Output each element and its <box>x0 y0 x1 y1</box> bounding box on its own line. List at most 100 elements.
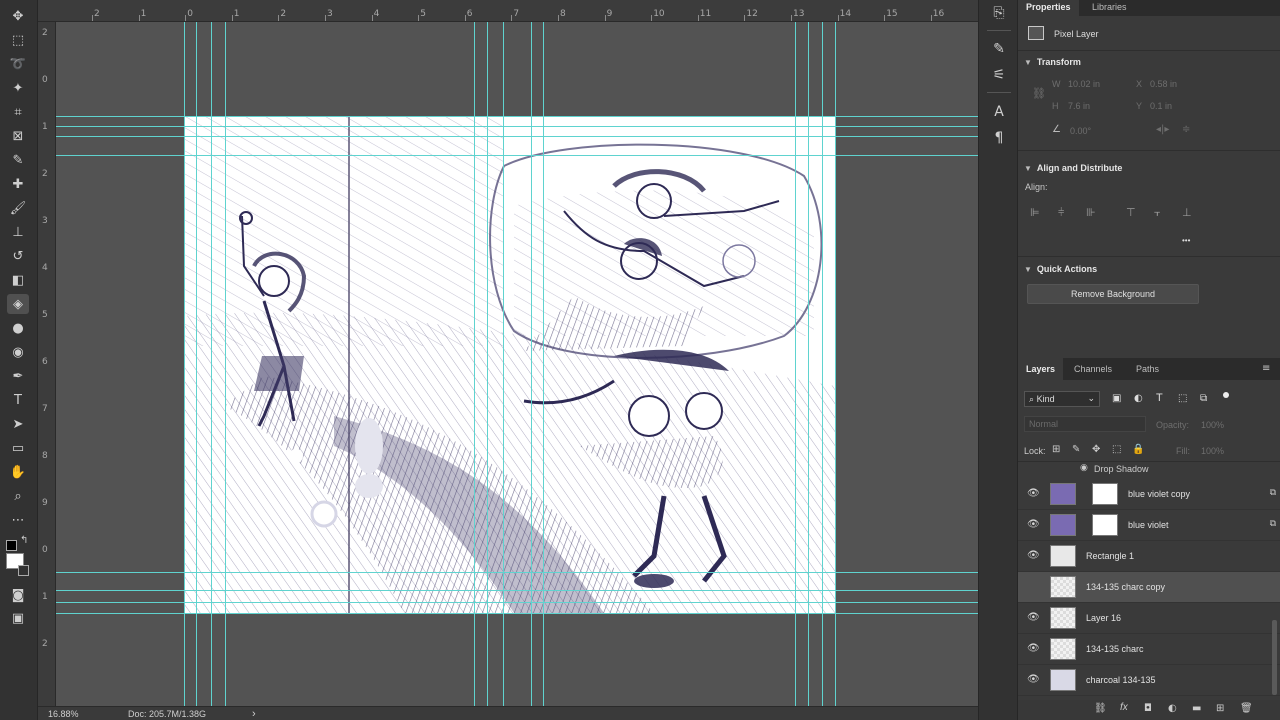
default-color-swatch[interactable] <box>18 565 29 576</box>
quick-mask-icon[interactable]: ◙ <box>7 585 29 605</box>
flip-vertical-icon[interactable]: ≑ <box>1182 124 1190 135</box>
crop-icon[interactable]: ⌗ <box>7 102 29 122</box>
vertical-guide[interactable] <box>795 22 796 706</box>
align-right-edges-icon[interactable]: ⊪ <box>1086 206 1096 219</box>
canvas-workspace[interactable] <box>56 22 978 706</box>
paragraph-icon[interactable]: ¶ <box>988 127 1010 149</box>
brush-settings-icon[interactable]: ✎ <box>988 38 1010 60</box>
dodge-icon[interactable]: ◉ <box>7 342 29 362</box>
layer-row[interactable]: 👁 charcoal 134-135 <box>1018 665 1280 696</box>
lasso-icon[interactable]: ➰ <box>7 54 29 74</box>
layer-row[interactable]: 👁 134-135 charc <box>1018 634 1280 665</box>
visibility-eye-icon[interactable] <box>1027 581 1041 593</box>
tab-paths[interactable]: Paths <box>1128 358 1167 380</box>
path-selection-icon[interactable]: ➤ <box>7 414 29 434</box>
layer-name[interactable]: 134-135 charc <box>1086 644 1144 654</box>
visibility-eye-icon[interactable]: 👁 <box>1027 674 1041 686</box>
lock-position-icon[interactable]: ✥ <box>1092 444 1100 455</box>
filter-smart-object-icon[interactable]: ⧉ <box>1200 393 1207 404</box>
layer-name[interactable]: 134-135 charc copy <box>1086 582 1165 592</box>
move-icon[interactable]: ✥ <box>7 6 29 26</box>
history-icon[interactable]: ⎘ <box>988 2 1010 24</box>
filter-pixel-icon[interactable]: ▣ <box>1112 393 1121 404</box>
horizontal-guide[interactable] <box>56 613 978 614</box>
zoom-level[interactable]: 16.88% <box>48 709 79 719</box>
healing-brush-icon[interactable]: ✚ <box>7 174 29 194</box>
layer-mask-thumbnail[interactable] <box>1092 514 1118 536</box>
layer-name[interactable]: Layer 16 <box>1086 613 1121 623</box>
layer-row[interactable]: 👁 ⧉ blue violet copy <box>1018 479 1280 510</box>
more-tools-icon[interactable]: ⋯ <box>7 510 29 530</box>
layer-name[interactable]: blue violet <box>1128 520 1169 530</box>
horizontal-guide[interactable] <box>56 126 978 127</box>
layer-name[interactable]: blue violet copy <box>1128 489 1190 499</box>
y-value[interactable]: 0.1 in <box>1150 101 1172 111</box>
eraser-icon[interactable]: ◧ <box>7 270 29 290</box>
vertical-guide[interactable] <box>835 22 836 706</box>
align-left-edges-icon[interactable]: ⊫ <box>1030 206 1040 219</box>
filter-type-icon[interactable]: T <box>1156 392 1163 404</box>
type-icon[interactable]: T <box>7 390 29 410</box>
align-top-edges-icon[interactable]: ⊤ <box>1126 206 1136 219</box>
panel-menu-icon[interactable]: ≡ <box>1262 363 1270 374</box>
lock-transparent-icon[interactable]: ⊞ <box>1052 444 1060 455</box>
vertical-guide[interactable] <box>184 22 185 706</box>
tab-channels[interactable]: Channels <box>1066 358 1120 380</box>
foreground-color-swatch[interactable] <box>6 540 17 551</box>
document-canvas[interactable] <box>184 116 835 613</box>
frame-icon[interactable]: ⊠ <box>7 126 29 146</box>
horizontal-guide[interactable] <box>56 602 978 603</box>
magic-wand-icon[interactable]: ✦ <box>7 78 29 98</box>
marquee-icon[interactable]: ⬚ <box>7 30 29 50</box>
visibility-eye-icon[interactable]: 👁 <box>1027 550 1041 562</box>
lock-image-icon[interactable]: ✎ <box>1072 444 1080 455</box>
fill-value[interactable]: 100% <box>1201 446 1224 456</box>
layers-scrollbar[interactable] <box>1272 620 1277 695</box>
new-layer-icon[interactable]: ⊞ <box>1216 703 1224 714</box>
layer-name[interactable]: charcoal 134-135 <box>1086 675 1156 685</box>
horizontal-guide[interactable] <box>56 590 978 591</box>
filter-adjustment-icon[interactable]: ◐ <box>1134 393 1143 404</box>
layer-row[interactable]: 👁 Rectangle 1 <box>1018 541 1280 572</box>
opacity-value[interactable]: 100% <box>1201 420 1224 430</box>
rectangle-icon[interactable]: ▭ <box>7 438 29 458</box>
delete-layer-icon[interactable]: 🗑 <box>1240 703 1253 714</box>
align-bottom-edges-icon[interactable]: ⊥ <box>1182 206 1192 219</box>
layer-row[interactable]: 👁 Layer 16 <box>1018 603 1280 634</box>
effect-visibility-icon[interactable]: ◉ <box>1080 463 1088 473</box>
angle-value[interactable]: 0.00° <box>1070 126 1091 136</box>
character-icon[interactable]: A <box>988 101 1010 123</box>
adjustments-icon[interactable]: ⚟ <box>988 64 1010 86</box>
x-value[interactable]: 0.58 in <box>1150 79 1177 89</box>
vertical-guide[interactable] <box>503 22 504 706</box>
remove-background-button[interactable]: Remove Background <box>1027 284 1199 304</box>
pen-icon[interactable]: ✒ <box>7 366 29 386</box>
hand-icon[interactable]: ✋ <box>7 462 29 482</box>
zoom-icon[interactable]: ⌕ <box>7 486 29 506</box>
tab-properties[interactable]: Properties <box>1018 0 1079 16</box>
horizontal-guide[interactable] <box>56 572 978 573</box>
horizontal-guide[interactable] <box>56 116 978 117</box>
vertical-guide[interactable] <box>531 22 532 706</box>
add-mask-icon[interactable]: ◘ <box>1144 703 1152 714</box>
vertical-guide[interactable] <box>211 22 212 706</box>
new-group-icon[interactable]: ▬ <box>1192 703 1201 714</box>
vertical-guide[interactable] <box>822 22 823 706</box>
h-value[interactable]: 7.6 in <box>1068 101 1090 111</box>
align-heading[interactable]: ▼ Align and Distribute <box>1024 163 1122 173</box>
vertical-guide[interactable] <box>225 22 226 706</box>
link-layers-icon[interactable]: ⛓ <box>1094 703 1107 714</box>
layer-row[interactable]: 134-135 charc copy <box>1018 572 1280 603</box>
vertical-guide[interactable] <box>808 22 809 706</box>
filter-toggle-icon[interactable] <box>1223 392 1229 398</box>
tab-layers[interactable]: Layers <box>1018 358 1064 380</box>
visibility-eye-icon[interactable]: 👁 <box>1027 519 1041 531</box>
paint-bucket-icon[interactable]: ◈ <box>7 294 29 314</box>
flip-horizontal-icon[interactable]: ◂|▸ <box>1156 124 1169 135</box>
align-vertical-centers-icon[interactable]: ⫟ <box>1154 206 1161 220</box>
vertical-guide[interactable] <box>196 22 197 706</box>
w-value[interactable]: 10.02 in <box>1068 79 1100 89</box>
history-brush-icon[interactable]: ↺ <box>7 246 29 266</box>
blur-icon[interactable]: ● <box>7 318 29 338</box>
brush-icon[interactable]: 🖌 <box>7 198 29 218</box>
